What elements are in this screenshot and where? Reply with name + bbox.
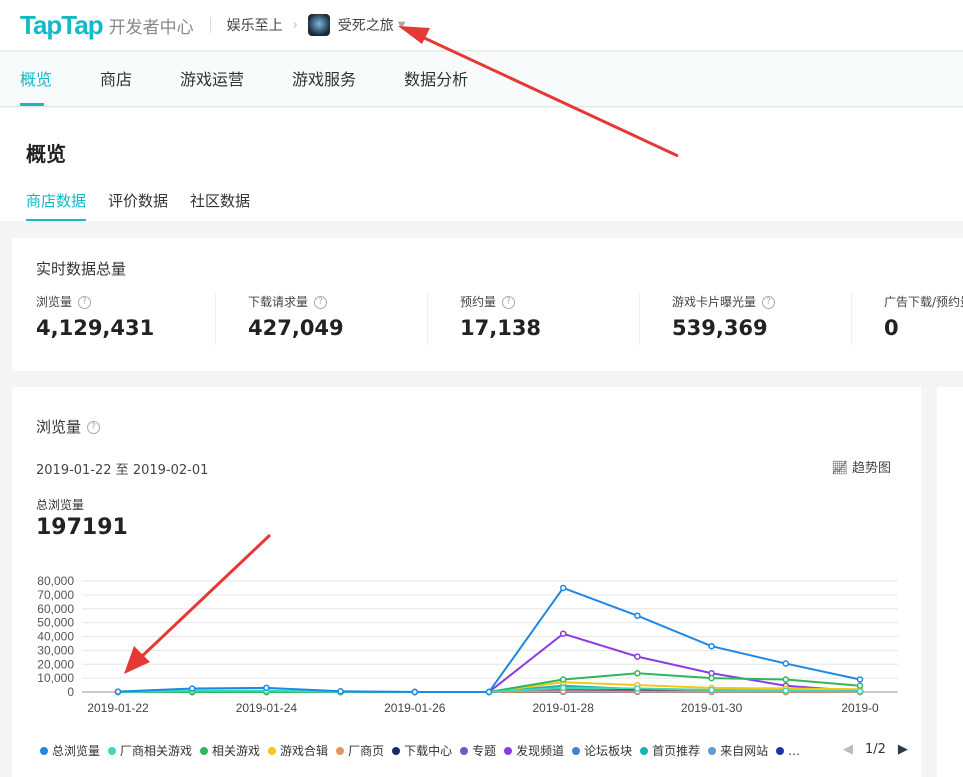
data-point xyxy=(264,685,269,690)
y-tick-label: 60,000 xyxy=(37,602,74,616)
legend-dot-icon xyxy=(572,747,580,755)
legend-item[interactable]: 发现频道 xyxy=(504,742,564,759)
data-point xyxy=(858,689,863,694)
legend-item[interactable]: 厂商相关游戏 xyxy=(108,742,192,759)
legend-item[interactable]: 总浏览量 xyxy=(40,742,100,759)
legend-dot-icon xyxy=(708,747,716,755)
data-point xyxy=(635,613,640,618)
legend-item[interactable]: 厂商页 xyxy=(336,742,384,759)
y-tick-label: 70,000 xyxy=(37,588,74,602)
series-line-总浏览量 xyxy=(118,588,860,692)
legend-label: 首页推荐 xyxy=(652,742,700,759)
prev-page-icon[interactable]: ◀ xyxy=(843,742,853,757)
legend-label: 总浏览量 xyxy=(52,742,100,759)
views-line-chart: 010,00020,00030,00040,00050,00060,00070,… xyxy=(0,0,963,766)
legend-item[interactable]: 下载中心 xyxy=(392,742,452,759)
data-point xyxy=(338,689,343,694)
legend-dot-icon xyxy=(460,747,468,755)
legend-label: 来自网站 xyxy=(720,742,768,759)
chart-legend: 总浏览量 厂商相关游戏 相关游戏 游戏合辑 厂商页 下载中心 专题 发现频道 论坛板块 首页推荐 来… xyxy=(40,742,910,759)
legend-label: 厂商页 xyxy=(348,742,384,759)
data-point xyxy=(858,683,863,688)
next-page-icon[interactable]: ▶ xyxy=(898,742,908,757)
legend-label: … xyxy=(788,744,800,758)
y-tick-label: 10,000 xyxy=(37,671,74,685)
data-point xyxy=(635,654,640,659)
legend-item[interactable]: 相关游戏 xyxy=(200,742,260,759)
data-point xyxy=(709,687,714,692)
legend-dot-icon xyxy=(392,747,400,755)
legend-dot-icon xyxy=(200,747,208,755)
legend-dot-icon xyxy=(268,747,276,755)
data-point xyxy=(561,585,566,590)
legend-item[interactable]: … xyxy=(776,742,800,759)
data-point xyxy=(709,676,714,681)
legend-item[interactable]: 首页推荐 xyxy=(640,742,700,759)
y-tick-label: 30,000 xyxy=(37,643,74,657)
legend-dot-icon xyxy=(336,747,344,755)
legend-label: 相关游戏 xyxy=(212,742,260,759)
y-tick-label: 0 xyxy=(67,685,74,699)
y-tick-label: 20,000 xyxy=(37,657,74,671)
legend-label: 发现频道 xyxy=(516,742,564,759)
data-point xyxy=(412,690,417,695)
data-point xyxy=(116,689,121,694)
legend-item[interactable]: 论坛板块 xyxy=(572,742,632,759)
series-line-发现频道 xyxy=(118,634,860,692)
x-tick-label: 2019-01-22 xyxy=(87,701,149,715)
legend-label: 下载中心 xyxy=(404,742,452,759)
legend-label: 游戏合辑 xyxy=(280,742,328,759)
x-tick-label: 2019-01-26 xyxy=(384,701,446,715)
x-tick-label: 2019-01-30 xyxy=(681,701,743,715)
y-tick-label: 50,000 xyxy=(37,616,74,630)
y-tick-label: 80,000 xyxy=(37,574,74,588)
data-point xyxy=(709,644,714,649)
legend-label: 厂商相关游戏 xyxy=(120,742,192,759)
data-point xyxy=(783,688,788,693)
data-point xyxy=(635,686,640,691)
x-tick-label: 2019-01-24 xyxy=(236,701,298,715)
legend-page: 1/2 xyxy=(865,742,886,757)
data-point xyxy=(487,690,492,695)
legend-dot-icon xyxy=(40,747,48,755)
data-point xyxy=(783,661,788,666)
legend-label: 专题 xyxy=(472,742,496,759)
y-tick-label: 40,000 xyxy=(37,630,74,644)
x-tick-label: 2019-0 xyxy=(841,701,879,715)
legend-dot-icon xyxy=(776,747,784,755)
legend-item[interactable]: 专题 xyxy=(460,742,496,759)
data-point xyxy=(561,677,566,682)
data-point xyxy=(190,686,195,691)
data-point xyxy=(858,677,863,682)
data-point xyxy=(783,677,788,682)
data-point xyxy=(561,631,566,636)
legend-pager: ◀ 1/2 ▶ xyxy=(835,742,914,757)
legend-label: 论坛板块 xyxy=(584,742,632,759)
legend-item[interactable]: 来自网站 xyxy=(708,742,768,759)
legend-dot-icon xyxy=(640,747,648,755)
legend-dot-icon xyxy=(504,747,512,755)
legend-dot-icon xyxy=(108,747,116,755)
legend-item[interactable]: 游戏合辑 xyxy=(268,742,328,759)
data-point xyxy=(561,685,566,690)
data-point xyxy=(635,671,640,676)
x-tick-label: 2019-01-28 xyxy=(533,701,595,715)
